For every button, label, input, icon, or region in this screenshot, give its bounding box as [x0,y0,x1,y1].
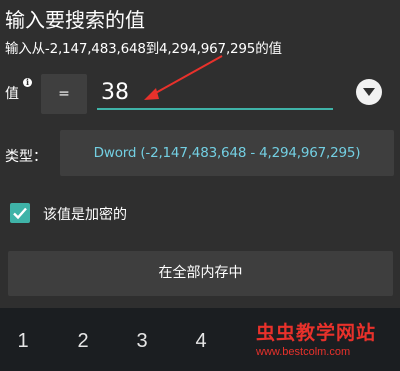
type-label: 类型： [5,149,47,165]
info-icon[interactable]: i [23,78,32,87]
watermark-url: www.bestcolm.com [256,346,351,358]
dialog-title: 输入要搜索的值 [5,8,145,32]
dialog-subtitle: 输入从-2,147,483,648到4,294,967,295的值 [5,41,282,57]
search-value-dialog: 输入要搜索的值 输入从-2,147,483,648到4,294,967,295的… [0,0,400,308]
key-1[interactable]: 1 [8,330,38,353]
watermark: 虫虫教学网站 www.bestcolm.com [256,318,396,358]
operator-button[interactable]: = [41,74,87,114]
key-3[interactable]: 3 [127,330,157,353]
key-4[interactable]: 4 [186,330,216,353]
key-2[interactable]: 2 [68,330,98,353]
chevron-down-icon[interactable] [356,79,382,105]
encrypted-checkbox-label[interactable]: 该值是加密的 [43,204,127,224]
encrypted-checkbox[interactable] [10,203,30,223]
search-all-memory-button[interactable]: 在全部内存中 [8,251,393,296]
watermark-text: 虫虫教学网站 [256,322,377,344]
search-value-input[interactable]: 38 [97,78,333,110]
type-select[interactable]: Dword (-2,147,483,648 - 4,294,967,295) [60,130,394,176]
value-label: 值 [5,86,19,102]
